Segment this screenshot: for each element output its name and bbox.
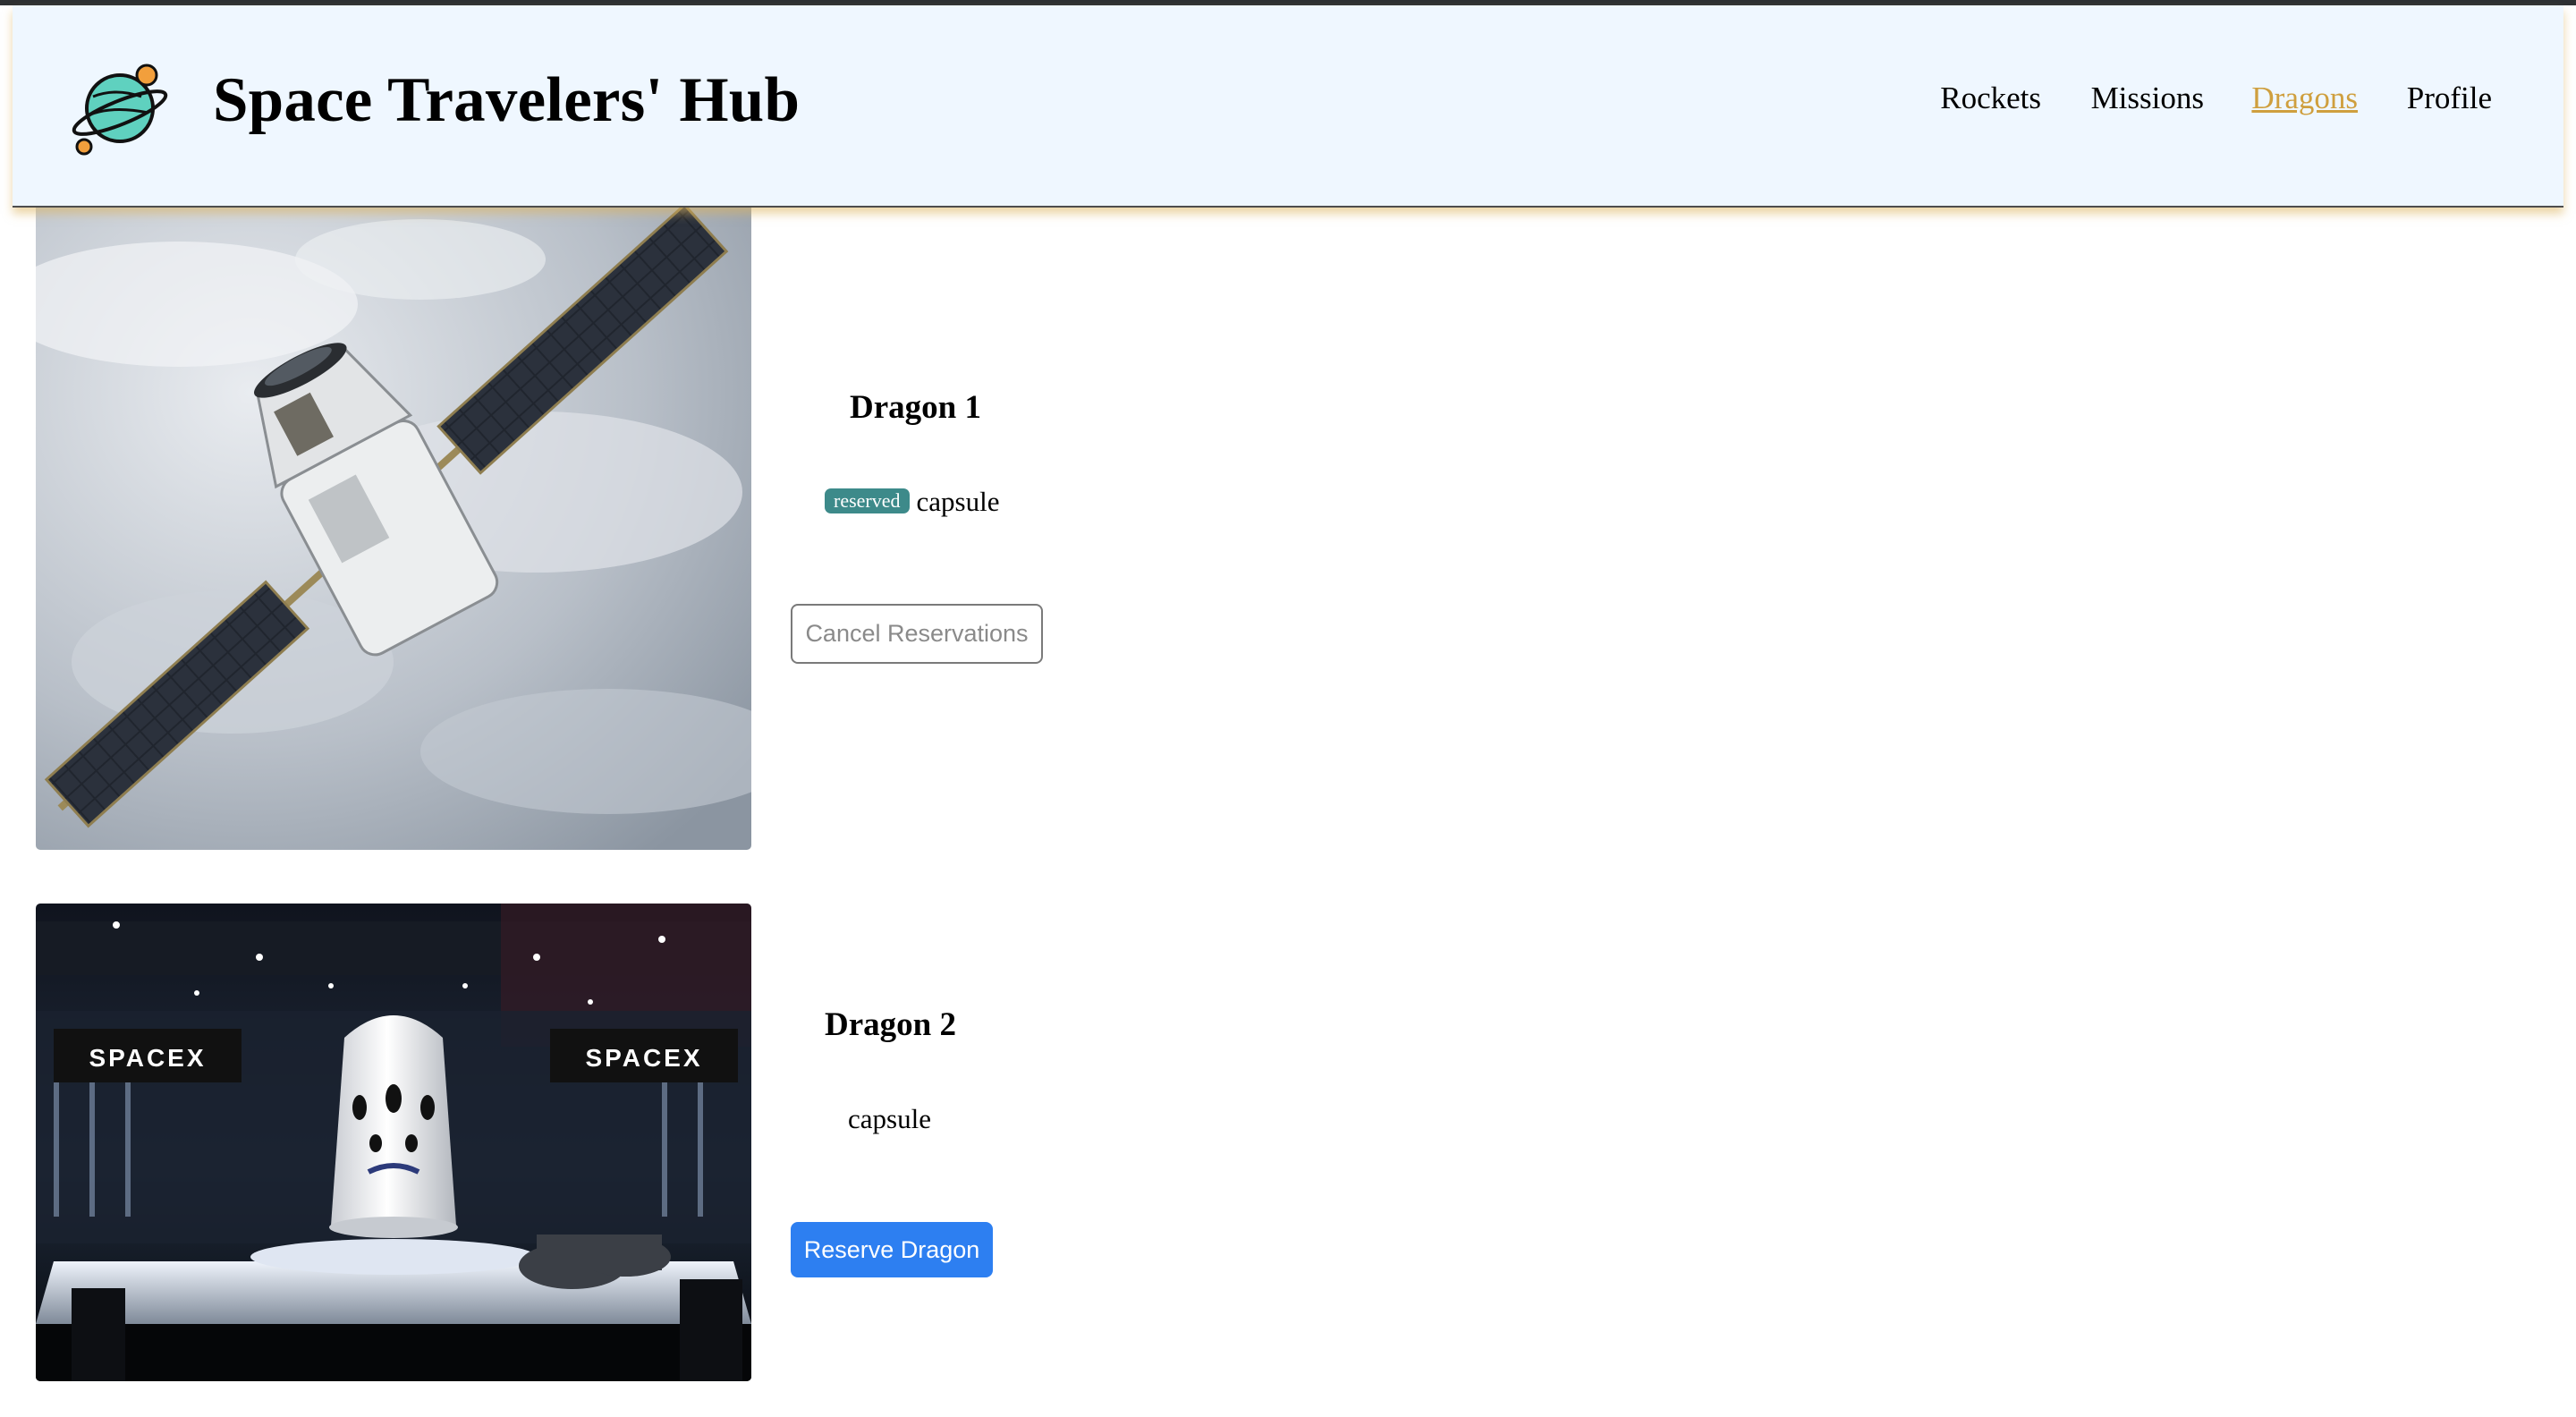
reserved-badge: reserved <box>825 488 910 513</box>
nav-link-profile[interactable]: Profile <box>2407 72 2492 125</box>
spacex-sign-right: SPACEX <box>585 1044 702 1072</box>
dragon-type-label: capsule <box>848 1103 931 1134</box>
site-header: Space Travelers' Hub Rockets Missions Dr… <box>13 5 2563 208</box>
cancel-reservation-button[interactable]: Cancel Reservations <box>791 604 1043 664</box>
site-title: Space Travelers' Hub <box>213 65 801 135</box>
dragon-type-label: capsule <box>916 486 1000 517</box>
reserve-dragon-button[interactable]: Reserve Dragon <box>791 1222 993 1277</box>
nav-link-dragons[interactable]: Dragons <box>2251 72 2358 125</box>
spacex-sign-left: SPACEX <box>89 1044 206 1072</box>
dragon-2-image: SPACEX SPACEX <box>36 904 751 1381</box>
nav-link-missions[interactable]: Missions <box>2091 72 2204 125</box>
dragon-type: capsule <box>848 1099 931 1139</box>
planet-icon[interactable] <box>66 57 174 165</box>
dragon-name: Dragon 1 <box>850 389 981 426</box>
dragon-1-image <box>36 197 751 850</box>
dragon-name: Dragon 2 <box>825 1006 956 1043</box>
dragon-type: reserved capsule <box>825 482 999 522</box>
nav-link-rockets[interactable]: Rockets <box>1940 72 2041 125</box>
